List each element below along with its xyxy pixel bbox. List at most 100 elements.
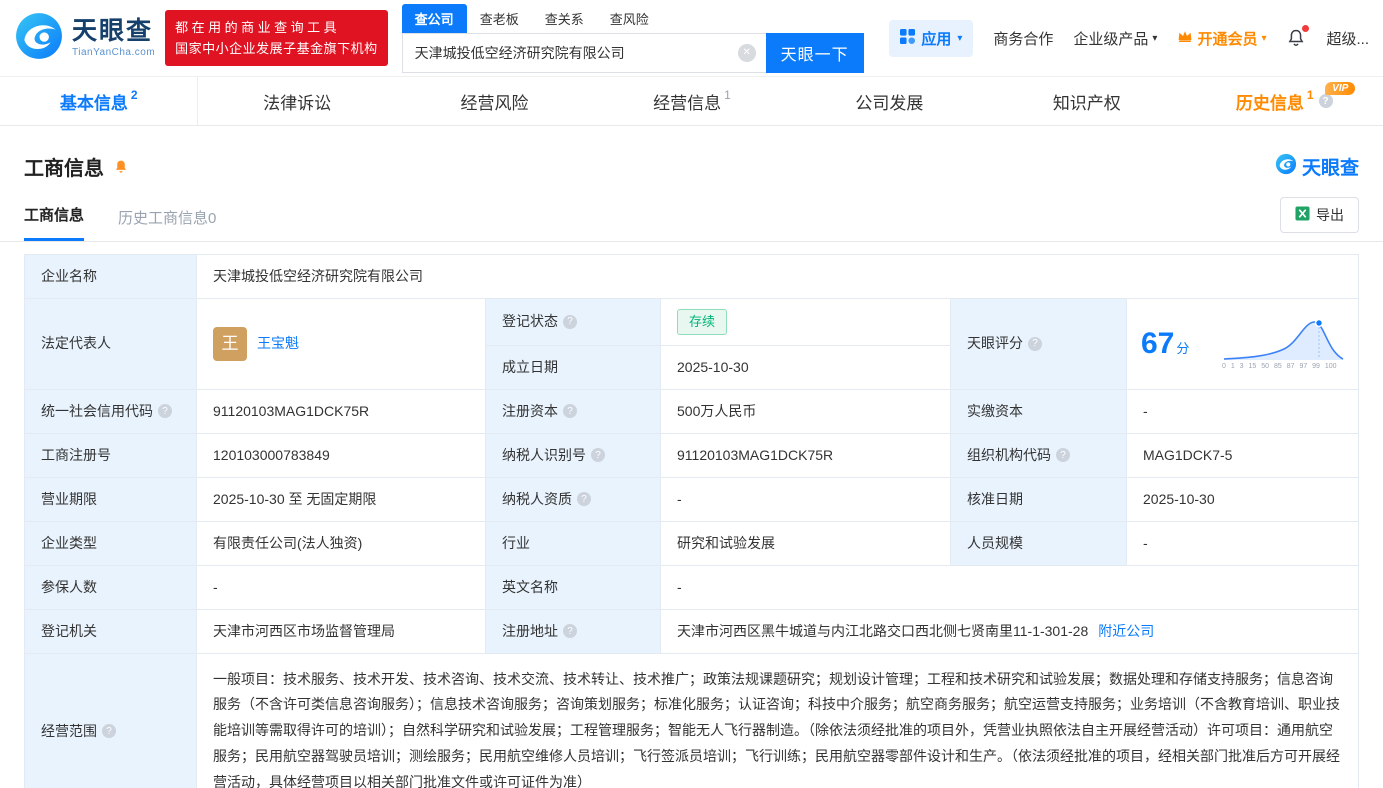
clear-search-icon[interactable]: ✕ bbox=[737, 43, 756, 62]
notifications-bell-icon[interactable] bbox=[1286, 25, 1310, 48]
score-distribution-chart: 0 1 3 15 50 85 87 97 99 100 bbox=[1222, 315, 1344, 373]
help-icon[interactable]: ? bbox=[577, 492, 591, 506]
nav-cooperation[interactable]: 商务合作 bbox=[993, 28, 1053, 49]
tab-history-info[interactable]: VIP 历史信息 1 ? bbox=[1186, 77, 1383, 125]
subtab-history-business-info[interactable]: 历史工商信息0 bbox=[118, 207, 216, 241]
field-label: 纳税人资质 ? bbox=[486, 477, 661, 522]
nav-enterprise[interactable]: 企业级产品 ▾ bbox=[1073, 28, 1157, 49]
tab-company-development[interactable]: 公司发展 bbox=[791, 77, 988, 125]
field-label: 实缴资本 bbox=[951, 389, 1127, 434]
org-code-value: MAG1DCK7-5 bbox=[1127, 434, 1358, 478]
subtab-business-info[interactable]: 工商信息 bbox=[24, 204, 85, 241]
tab-intellectual-property[interactable]: 知识产权 bbox=[988, 77, 1185, 125]
export-button[interactable]: 导出 bbox=[1280, 197, 1359, 233]
vip-badge: VIP bbox=[1325, 82, 1356, 95]
tab-operation-info-label: 经营信息 bbox=[653, 93, 722, 113]
establish-date-value: 2025-10-30 bbox=[661, 345, 951, 390]
field-label: 参保人数 bbox=[25, 565, 197, 610]
table-row: 登记机关 天津市河西区市场监督管理局 注册地址 ? 天津市河西区黑牛城道与内江北… bbox=[25, 609, 1358, 654]
insured-count-value: - bbox=[197, 565, 486, 610]
search-input[interactable] bbox=[401, 32, 766, 73]
field-label: 登记机关 bbox=[25, 609, 197, 654]
field-label: 统一社会信用代码 ? bbox=[25, 389, 197, 434]
tab-legal-litigation[interactable]: 法律诉讼 bbox=[198, 77, 395, 125]
nav-apps-label: 应用 bbox=[921, 30, 952, 48]
search-tab-company[interactable]: 查公司 bbox=[401, 3, 467, 33]
crown-icon bbox=[1177, 29, 1193, 47]
user-account[interactable]: 超级... bbox=[1326, 28, 1369, 49]
score-value: 67 分 bbox=[1141, 321, 1189, 366]
help-icon[interactable]: ? bbox=[1056, 448, 1070, 462]
top-nav: 应用 ▾ 商务合作 企业级产品 ▾ 开通会员 ▾ 超级... bbox=[889, 19, 1369, 57]
help-icon[interactable]: ? bbox=[563, 314, 577, 329]
nav-apps[interactable]: 应用 ▾ bbox=[889, 19, 974, 57]
monitor-bell-icon[interactable] bbox=[112, 158, 130, 176]
search-tab-relation[interactable]: 查关系 bbox=[532, 4, 597, 33]
nav-enterprise-label: 企业级产品 bbox=[1073, 30, 1149, 48]
help-icon[interactable]: ? bbox=[563, 624, 577, 638]
table-row: 企业类型 有限责任公司(法人独资) 行业 研究和试验发展 人员规模 - bbox=[25, 521, 1358, 566]
nearby-companies-link[interactable]: 附近公司 bbox=[1098, 621, 1154, 642]
address-value: 天津市河西区黑牛城道与内江北路交口西北侧七贤南里11-1-301-28 bbox=[677, 622, 1089, 639]
business-term-value: 2025-10-30 至 无固定期限 bbox=[197, 477, 486, 522]
search-button[interactable]: 天眼一下 bbox=[765, 32, 864, 73]
paid-capital-value: - bbox=[1127, 390, 1358, 434]
field-label: 行业 bbox=[486, 521, 661, 566]
search-tab-boss[interactable]: 查老板 bbox=[467, 4, 532, 33]
field-label-text: 纳税人识别号 bbox=[502, 446, 586, 463]
score-number: 67 bbox=[1141, 327, 1175, 361]
search-tab-risk[interactable]: 查风险 bbox=[597, 4, 662, 33]
table-row: 参保人数 - 英文名称 - bbox=[25, 565, 1358, 610]
field-label: 登记状态 ? bbox=[486, 299, 661, 346]
uscc-value: 91120103MAG1DCK75R bbox=[197, 389, 486, 434]
tab-operation-info[interactable]: 经营信息 1 bbox=[593, 77, 790, 125]
table-row: 统一社会信用代码 ? 91120103MAG1DCK75R 注册资本 ? 500… bbox=[25, 389, 1358, 434]
help-icon[interactable]: ? bbox=[1318, 94, 1333, 108]
table-row: 工商注册号 120103000783849 纳税人识别号 ? 91120103M… bbox=[25, 433, 1358, 478]
table-row: 法定代表人 王 王宝魁 登记状态 ? 存续 成立日期 2025-10-30 天眼… bbox=[25, 299, 1358, 390]
field-label-text: 纳税人资质 bbox=[502, 490, 572, 507]
field-label: 英文名称 bbox=[486, 565, 661, 610]
slogan-line-1: 都在用的商业查询工具 bbox=[175, 19, 341, 35]
legal-rep-link[interactable]: 王宝魁 bbox=[257, 333, 299, 354]
table-row: 企业名称 天津城投低空经济研究院有限公司 bbox=[25, 255, 1358, 299]
company-detail-tabs: 基本信息 2 法律诉讼 经营风险 经营信息 1 公司发展 知识产权 VIP 历史… bbox=[0, 76, 1383, 126]
field-label: 工商注册号 bbox=[25, 433, 197, 478]
score-unit: 分 bbox=[1176, 341, 1190, 357]
nav-open-vip[interactable]: 开通会员 ▾ bbox=[1177, 28, 1266, 49]
approve-date-value: 2025-10-30 bbox=[1127, 478, 1358, 522]
tab-operation-risk[interactable]: 经营风险 bbox=[396, 77, 593, 125]
taxpayer-quality-value: - bbox=[661, 477, 951, 522]
field-label: 成立日期 bbox=[486, 345, 661, 390]
section-title: 工商信息 bbox=[24, 158, 104, 180]
help-icon[interactable]: ? bbox=[591, 448, 605, 462]
notification-dot bbox=[1302, 25, 1310, 32]
tab-operation-risk-label: 经营风险 bbox=[460, 93, 529, 113]
tab-intellectual-property-label: 知识产权 bbox=[1052, 93, 1121, 113]
field-label: 组织机构代码 ? bbox=[951, 433, 1127, 478]
watermark-logo: 天眼查 bbox=[1275, 153, 1359, 180]
help-icon[interactable]: ? bbox=[563, 404, 577, 418]
tianyancha-logo[interactable]: 天眼查 TianYanCha.com bbox=[14, 11, 155, 66]
export-button-label: 导出 bbox=[1316, 207, 1344, 223]
brand-name: 天眼查 bbox=[72, 16, 154, 45]
brand-domain: TianYanCha.com bbox=[72, 47, 156, 59]
help-icon[interactable]: ? bbox=[158, 404, 172, 418]
tab-basic-info[interactable]: 基本信息 2 bbox=[0, 77, 199, 125]
field-label-text: 天眼评分 bbox=[967, 335, 1023, 352]
field-label: 营业期限 bbox=[25, 477, 197, 522]
company-type-value: 有限责任公司(法人独资) bbox=[197, 521, 486, 566]
legal-rep-avatar[interactable]: 王 bbox=[213, 326, 247, 361]
table-row: 经营范围 ? 一般项目：技术服务、技术开发、技术咨询、技术交流、技术转让、技术推… bbox=[25, 653, 1358, 788]
field-label: 法定代表人 bbox=[25, 299, 197, 390]
nav-open-vip-label: 开通会员 bbox=[1197, 30, 1258, 48]
tab-legal-litigation-label: 法律诉讼 bbox=[263, 93, 332, 113]
reg-status-cell: 存续 bbox=[661, 299, 951, 346]
industry-value: 研究和试验发展 bbox=[661, 521, 951, 566]
excel-icon bbox=[1295, 206, 1310, 224]
field-label-text: 经营范围 bbox=[41, 722, 97, 739]
help-icon[interactable]: ? bbox=[102, 724, 116, 739]
help-icon[interactable]: ? bbox=[1028, 336, 1042, 351]
score-chart-axis-labels: 0 1 3 15 50 85 87 97 99 100 bbox=[1222, 363, 1337, 370]
apps-grid-icon bbox=[900, 28, 916, 48]
